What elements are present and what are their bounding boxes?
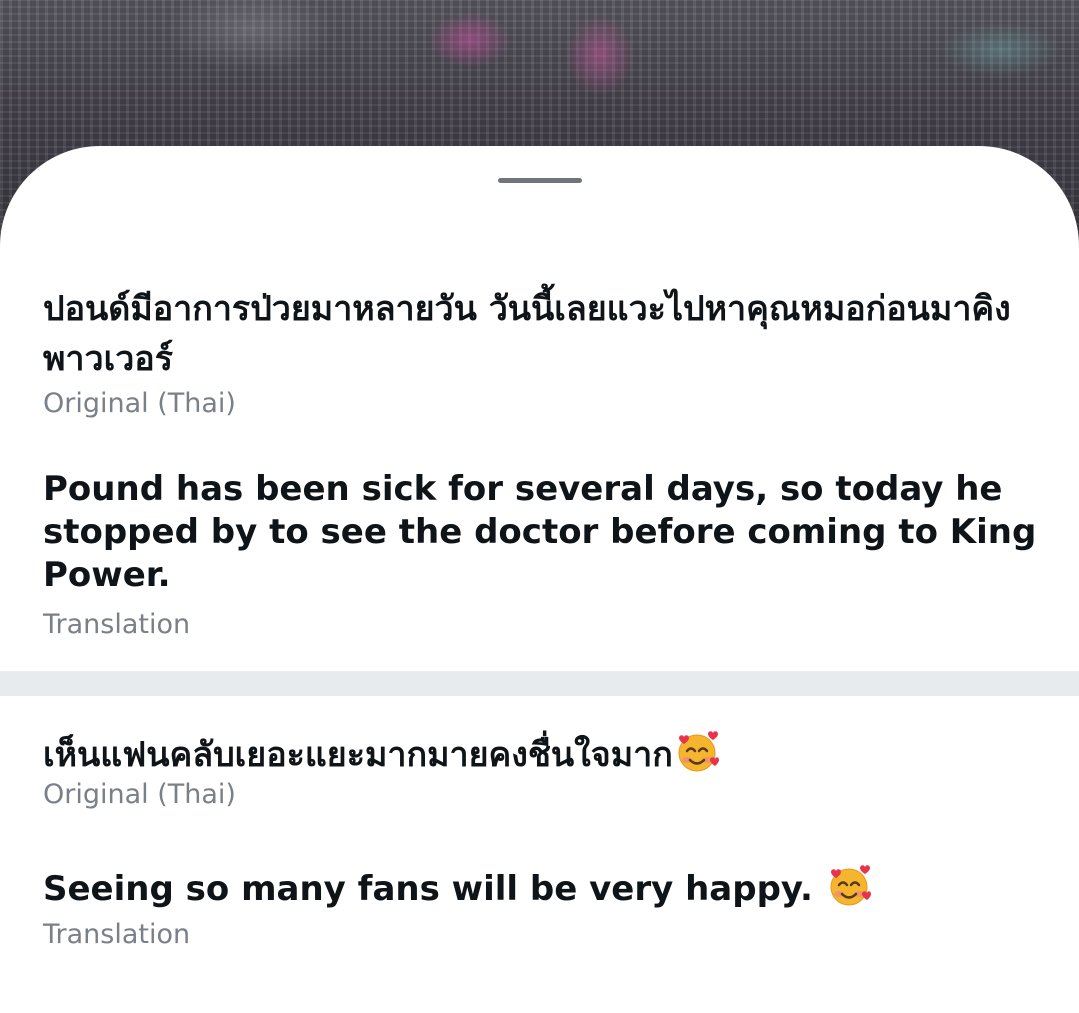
section-divider bbox=[0, 671, 1079, 696]
translation-sheet-page: ปอนด์มีอาการป่วยมาหลายวัน วันนี้เลยแวะไป… bbox=[0, 0, 1079, 1013]
original-language-label: Original (Thai) bbox=[43, 779, 236, 810]
original-text: เห็นแฟนคลับเยอะแยะมากมายคงชื่นใจมาก bbox=[43, 730, 1043, 780]
translation-label: Translation bbox=[43, 919, 191, 950]
translated-text-content: Seeing so many fans will be very happy. bbox=[43, 869, 813, 909]
translation-block: Seeing so many fans will be very happy. … bbox=[43, 864, 1043, 953]
smiling-face-with-hearts-icon bbox=[678, 731, 719, 772]
translated-text: Seeing so many fans will be very happy. bbox=[43, 864, 1043, 911]
original-text: ปอนด์มีอาการป่วยมาหลายวัน วันนี้เลยแวะไป… bbox=[43, 289, 1011, 379]
translation-entry: เห็นแฟนคลับเยอะแยะมากมายคงชื่นใจมาก Orig… bbox=[43, 730, 1043, 813]
sheet-drag-handle[interactable] bbox=[498, 178, 582, 183]
translation-entry: ปอนด์มีอาการป่วยมาหลายวัน วันนี้เลยแวะไป… bbox=[43, 284, 1043, 422]
original-language-label: Original (Thai) bbox=[43, 388, 236, 419]
translation-block: Pound has been sick for several days, so… bbox=[43, 468, 1043, 643]
original-text-content: เห็นแฟนคลับเยอะแยะมากมายคงชื่นใจมาก bbox=[43, 735, 673, 775]
smiling-face-with-hearts-icon bbox=[830, 865, 871, 906]
translated-text: Pound has been sick for several days, so… bbox=[43, 469, 1037, 595]
bottom-sheet: ปอนด์มีอาการป่วยมาหลายวัน วันนี้เลยแวะไป… bbox=[0, 146, 1079, 1013]
translation-label: Translation bbox=[43, 609, 191, 640]
